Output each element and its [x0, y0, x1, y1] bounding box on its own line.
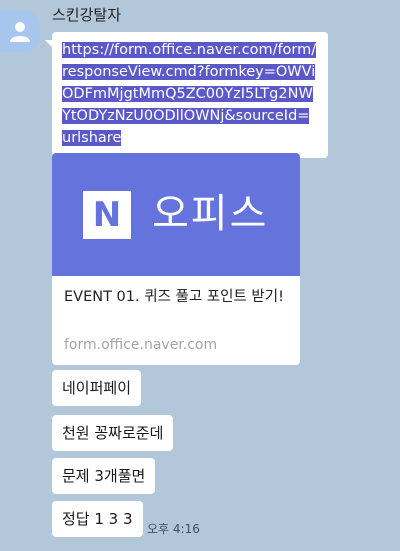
sender-name: 스킨강탈자 — [52, 6, 122, 24]
banner-office-text: 오피스 — [152, 191, 269, 237]
link-preview-card[interactable]: N 오피스 EVENT 01. 퀴즈 풀고 포인트 받기! form.offic… — [52, 153, 300, 365]
message-bubble[interactable]: 문제 3개풀면 — [52, 458, 156, 494]
message-timestamp: 오후 4:16 — [147, 522, 200, 536]
message-bubble[interactable]: 정답 1 3 3 — [52, 501, 143, 537]
avatar[interactable] — [0, 10, 40, 52]
link-message-bubble[interactable]: https://form.office.naver.com/form/respo… — [45, 32, 328, 158]
message-link-text[interactable]: https://form.office.naver.com/form/respo… — [62, 42, 317, 146]
message-bubble[interactable]: 천원 꽁짜로준데 — [52, 415, 174, 451]
default-profile-icon — [10, 22, 30, 42]
link-preview-banner: N 오피스 — [52, 153, 300, 276]
link-preview-title: EVENT 01. 퀴즈 풀고 포인트 받기! — [64, 289, 284, 305]
naver-office-logo-icon: N — [83, 191, 131, 239]
message-bubble[interactable]: 네이퍼페이 — [52, 370, 142, 406]
link-preview-domain: form.office.naver.com — [64, 337, 218, 353]
